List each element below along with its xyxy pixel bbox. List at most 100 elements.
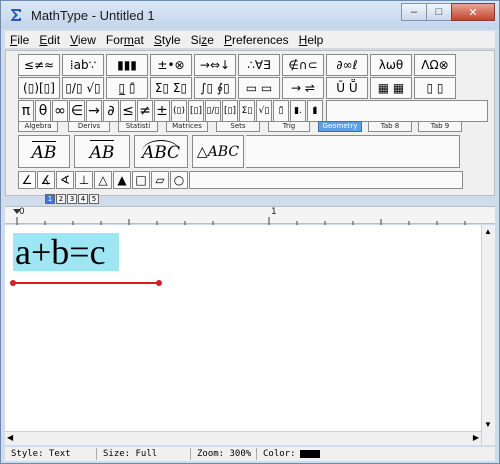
ruler-label-0: 0 (19, 207, 25, 217)
palette-misc-symbols[interactable]: ∂∞ℓ (326, 54, 368, 76)
palette-labeled-arrows[interactable]: → ⇌ (282, 77, 324, 99)
small-bar: π θ ∞ ∈ → ∂ ≤ ≠ ± (▯) [▯] ▯/▯ [▯] Σ▯ √▯ … (18, 100, 490, 122)
template-bracket-2[interactable]: [▯] (222, 100, 238, 122)
equation-editor[interactable]: a+b=c (5, 225, 481, 445)
template-vector-wrap: AB (89, 139, 115, 163)
status-size: Size: Full (97, 448, 191, 460)
scroll-right-arrow-icon[interactable]: ▶ (473, 433, 479, 442)
maximize-button[interactable]: □ (426, 3, 452, 21)
size-tab-2[interactable]: 2 (56, 194, 66, 204)
palette-fractions-radicals[interactable]: ▯/▯ √▯ (62, 77, 104, 99)
angle-icon[interactable]: ∠ (18, 171, 36, 189)
menu-style[interactable]: Style (149, 33, 186, 47)
palette-spaces[interactable]: ⁞ab∵ (62, 54, 104, 76)
square-icon[interactable]: □ (132, 171, 150, 189)
close-button[interactable]: ✕ (451, 3, 495, 21)
measured-angle-icon[interactable]: ∡ (37, 171, 55, 189)
size-tabs: 1 2 3 4 5 (45, 194, 100, 204)
menu-bar: File Edit View Format Style Size Prefere… (5, 31, 495, 49)
tab-statistics[interactable]: Statisti (118, 121, 158, 132)
palette-greek-upper[interactable]: ΛΩ⊗ (414, 54, 456, 76)
template-overbar[interactable]: ▯̄ (273, 100, 289, 122)
status-color-label: Color: (263, 449, 296, 459)
symbol-neq[interactable]: ≠ (137, 100, 153, 122)
symbol-element-of[interactable]: ∈ (69, 100, 85, 122)
tab-matrices[interactable]: Matrices (166, 121, 208, 132)
palette-embellishments[interactable]: ▮▮▮ (106, 54, 148, 76)
status-zoom: Zoom: 300% (191, 448, 257, 460)
triangle-outline-icon[interactable]: △ (94, 171, 112, 189)
toolbar-area: ≤≠≈ ⁞ab∵ ▮▮▮ ±•⊗ →⇔↓ ∴∀∃ ∉∩⊂ ∂∞ℓ λωθ ΛΩ⊗… (5, 50, 495, 196)
horizontal-scrollbar[interactable]: ◀ ▶ (5, 431, 481, 445)
symbol-theta[interactable]: θ (35, 100, 51, 122)
symbol-partial[interactable]: ∂ (103, 100, 119, 122)
template-arc[interactable]: ABC (134, 135, 188, 168)
vector-arrow-line (89, 139, 115, 141)
menu-format[interactable]: Format (101, 33, 149, 47)
palette-logical[interactable]: ∴∀∃ (238, 54, 280, 76)
palette-subscripts[interactable]: ▯̲ ▯̄ (106, 77, 148, 99)
tab-trig[interactable]: Trig (268, 121, 310, 132)
status-style: Style: Text (5, 448, 97, 460)
tab-sets[interactable]: Sets (216, 121, 260, 132)
tab-9[interactable]: Tab 9 (418, 121, 462, 132)
size-tab-1[interactable]: 1 (45, 194, 55, 204)
palette-arrows[interactable]: →⇔↓ (194, 54, 236, 76)
equation-text[interactable]: a+b=c (13, 233, 119, 271)
palette-greek-lower[interactable]: λωθ (370, 54, 412, 76)
symbol-pi[interactable]: π (18, 100, 34, 122)
palette-operators[interactable]: ±•⊗ (150, 54, 192, 76)
size-tab-5[interactable]: 5 (89, 194, 99, 204)
tab-8[interactable]: Tab 8 (368, 121, 412, 132)
palette-products[interactable]: Ū Ṻ (326, 77, 368, 99)
spherical-angle-icon[interactable]: ∢ (56, 171, 74, 189)
vertical-scrollbar[interactable]: ▲ ▼ (481, 225, 495, 445)
perpendicular-icon[interactable]: ⊥ (75, 171, 93, 189)
template-arc-label: ABC (141, 140, 181, 163)
palette-underbars[interactable]: ▭ ▭ (238, 77, 280, 99)
palette-fences[interactable]: (▯)[▯] (18, 77, 60, 99)
scroll-down-arrow-icon[interactable]: ▼ (484, 420, 492, 429)
tab-derivs[interactable]: Derivs (68, 121, 110, 132)
template-line-segment[interactable]: AB (18, 135, 70, 168)
symbol-plus-minus[interactable]: ± (154, 100, 170, 122)
ruler-ticks (13, 209, 466, 225)
circle-icon[interactable]: ○ (170, 171, 188, 189)
palette-matrices[interactable]: ▦ ▦ (370, 77, 412, 99)
palette-boxes[interactable]: ▯ ▯ (414, 77, 456, 99)
template-sqrt[interactable]: √▯ (256, 100, 272, 122)
symbol-infinity[interactable]: ∞ (52, 100, 68, 122)
minimize-button[interactable]: – (401, 3, 427, 21)
template-overdot[interactable]: ▮̇ (307, 100, 323, 122)
template-fraction[interactable]: ▯/▯ (205, 100, 221, 122)
menu-view[interactable]: View (65, 33, 101, 47)
template-dot[interactable]: ▮. (290, 100, 306, 122)
parallelogram-icon[interactable]: ▱ (151, 171, 169, 189)
template-vector[interactable]: AB (74, 135, 130, 168)
menu-file[interactable]: File (5, 33, 34, 47)
palette-summations[interactable]: Σ▯ Σ▯ (150, 77, 192, 99)
scroll-up-arrow-icon[interactable]: ▲ (484, 227, 492, 236)
ruler[interactable]: 0 1 (5, 206, 495, 225)
menu-edit[interactable]: Edit (34, 33, 65, 47)
palette-set-theory[interactable]: ∉∩⊂ (282, 54, 324, 76)
scroll-left-arrow-icon[interactable]: ◀ (7, 433, 13, 442)
tab-geometry[interactable]: Geometry (318, 121, 362, 132)
menu-help[interactable]: Help (294, 33, 329, 47)
palette-integrals[interactable]: ∫▯ ∮▯ (194, 77, 236, 99)
geometry-shapes-row: ∠ ∡ ∢ ⊥ △ ▲ □ ▱ ○ (18, 171, 465, 189)
template-parentheses[interactable]: (▯) (171, 100, 187, 122)
menu-size[interactable]: Size (186, 33, 219, 47)
palette-relational[interactable]: ≤≠≈ (18, 54, 60, 76)
template-triangle[interactable]: △ABC (192, 135, 244, 168)
menu-preferences[interactable]: Preferences (219, 33, 294, 47)
template-sum[interactable]: Σ▯ (239, 100, 255, 122)
template-brackets[interactable]: [▯] (188, 100, 204, 122)
size-tab-4[interactable]: 4 (78, 194, 88, 204)
symbol-leq[interactable]: ≤ (120, 100, 136, 122)
triangle-filled-icon[interactable]: ▲ (113, 171, 131, 189)
size-tab-3[interactable]: 3 (67, 194, 77, 204)
tab-algebra[interactable]: Algebra (18, 121, 58, 132)
status-bar: Style: Text Size: Full Zoom: 300% Color: (5, 447, 495, 461)
symbol-arrow[interactable]: → (86, 100, 102, 122)
